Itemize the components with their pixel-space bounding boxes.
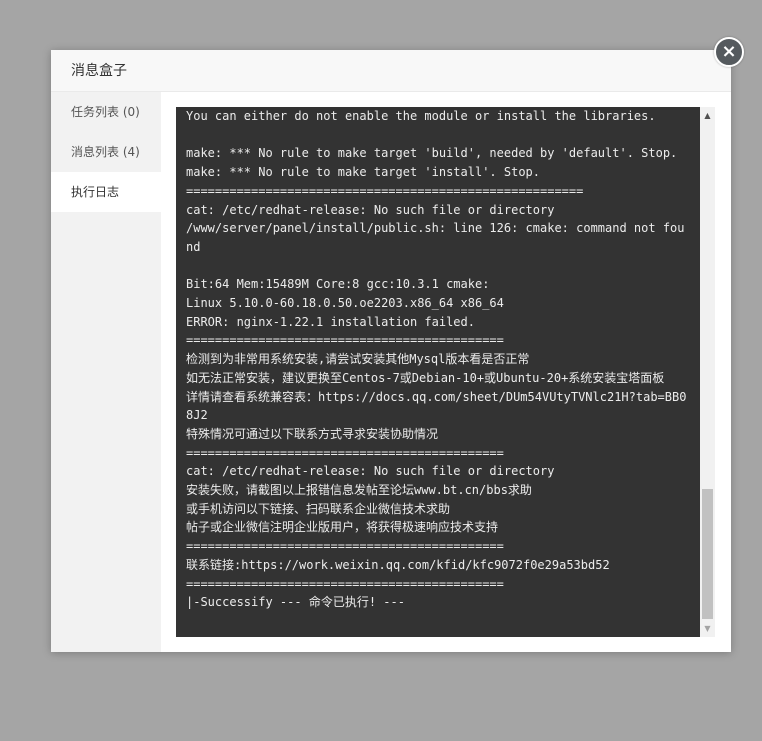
dialog-title: 消息盒子 (51, 50, 731, 92)
log-scrollbar[interactable]: ▲ ▼ (700, 107, 715, 637)
close-icon[interactable]: × (714, 37, 744, 67)
message-box-dialog: 消息盒子 任务列表 (0) 消息列表 (4) 执行日志 You can eith… (51, 50, 731, 652)
sidebar-item-task-list[interactable]: 任务列表 (0) (51, 92, 161, 132)
scroll-thumb[interactable] (702, 489, 713, 619)
execution-log-console[interactable]: You can either do not enable the module … (176, 107, 715, 637)
scroll-up-arrow-icon[interactable]: ▲ (700, 107, 715, 124)
sidebar-item-execution-log[interactable]: 执行日志 (51, 172, 161, 212)
scroll-down-arrow-icon[interactable]: ▼ (700, 620, 715, 637)
log-output: You can either do not enable the module … (186, 109, 687, 610)
sidebar-item-message-list[interactable]: 消息列表 (4) (51, 132, 161, 172)
sidebar: 任务列表 (0) 消息列表 (4) 执行日志 (51, 92, 161, 652)
